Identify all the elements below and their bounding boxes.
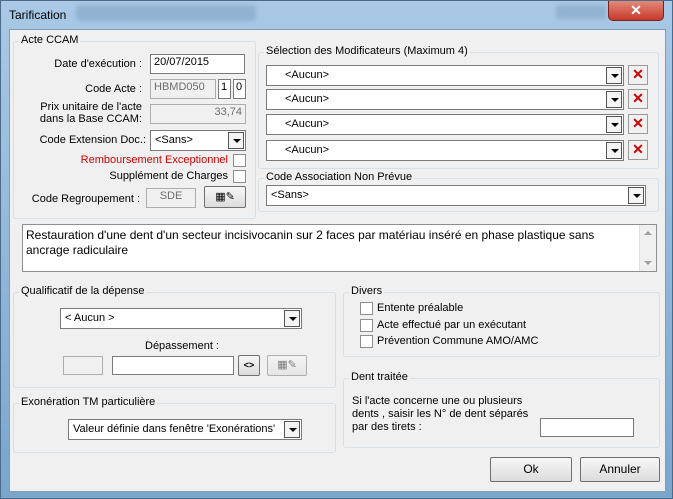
exoneration-select[interactable]: Valeur définie dans fenêtre 'Exonération… [68, 419, 302, 440]
close-icon: ✕ [632, 66, 644, 82]
entente-checkbox[interactable] [360, 302, 373, 315]
exoneration-value: Valeur définie dans fenêtre 'Exonération… [73, 423, 276, 435]
dent-input[interactable] [540, 418, 634, 437]
supplement-label: Supplément de Charges [109, 170, 228, 182]
chevron-down-icon [606, 67, 622, 84]
dent-instructions: Si l'acte concerne une ou plusieurs dent… [352, 395, 528, 434]
scroll-down-icon [644, 261, 652, 265]
clear-modificateur-3-button[interactable]: ✕ [628, 114, 648, 134]
blurred-title-info-2 [556, 5, 606, 19]
code-acte-input: HBMD050 [150, 79, 216, 99]
exoneration-label: Exonération TM particulière [19, 396, 158, 408]
prix-label-line1: Prix unitaire de l'acte [40, 101, 142, 113]
divers-label: Divers [349, 285, 385, 297]
modificateur-select-3[interactable]: <Aucun> [266, 114, 624, 135]
remboursement-checkbox[interactable] [233, 154, 246, 167]
scroll-up-icon [644, 231, 652, 235]
modificateur-3-value: <Aucun> [285, 118, 330, 130]
dialog-body: Acte CCAM Date d'exécution : 20/07/2015 … [9, 29, 666, 492]
modificateur-select-4[interactable]: <Aucun> [266, 140, 624, 161]
edit-icon: ▦✎ [277, 359, 297, 371]
regroupement-input: SDE [146, 188, 196, 208]
extension-label: Code Extension Doc.: [39, 134, 146, 146]
chevron-down-icon [284, 310, 300, 327]
dent-text-3: par des tirets : [352, 421, 422, 433]
dent-text-2: dents , saisir les N° de dent séparés [352, 408, 529, 420]
ok-label: Ok [523, 462, 539, 476]
close-button[interactable]: ✕ [608, 1, 664, 21]
clear-modificateur-1-button[interactable]: ✕ [628, 65, 648, 85]
acte-ccam-label: Acte CCAM [19, 34, 81, 46]
depassement-input[interactable] [112, 356, 234, 375]
depassement-code [63, 356, 103, 375]
cancel-label: Annuler [599, 462, 641, 476]
modificateur-select-2[interactable]: <Aucun> [266, 89, 624, 110]
executant-checkbox[interactable] [360, 319, 373, 332]
depassement-arrows-button[interactable]: <> [238, 355, 260, 376]
chevron-down-icon [606, 116, 622, 133]
chevron-down-icon [228, 132, 244, 149]
date-label: Date d'exécution : [54, 58, 142, 70]
edit-depassement-button: ▦✎ [267, 355, 307, 376]
extension-value: <Sans> [155, 134, 193, 146]
association-select[interactable]: <Sans> [266, 185, 646, 206]
chevron-down-icon [284, 421, 300, 438]
depassement-label: Dépassement : [145, 340, 219, 352]
clear-modificateur-4-button[interactable]: ✕ [628, 140, 648, 160]
regroupement-label: Code Regroupement : [31, 193, 140, 205]
arrows-icon: <> [243, 360, 255, 370]
close-icon: ✕ [630, 2, 642, 18]
association-value: <Sans> [271, 189, 309, 201]
prix-label: Prix unitaire de l'acte dans la Base CCA… [20, 101, 142, 125]
description-text: Restauration d'une dent d'un secteur inc… [26, 228, 595, 257]
date-input[interactable]: 20/07/2015 [150, 54, 245, 74]
modificateur-4-value: <Aucun> [285, 144, 330, 156]
code-acte-part2[interactable]: 1 [218, 79, 231, 99]
supplement-checkbox[interactable] [233, 170, 246, 183]
clear-modificateur-2-button[interactable]: ✕ [628, 89, 648, 109]
qualificatif-select[interactable]: < Aucun > [60, 308, 302, 329]
modificateur-1-value: <Aucun> [285, 69, 330, 81]
edit-icon: ▦✎ [215, 191, 235, 203]
modificateur-2-value: <Aucun> [285, 93, 330, 105]
qualificatif-value: < Aucun > [65, 312, 115, 324]
close-icon: ✕ [632, 141, 644, 157]
modificateurs-label: Sélection des Modificateurs (Maximum 4) [264, 45, 470, 57]
modificateur-select-1[interactable]: <Aucun> [266, 65, 624, 86]
executant-label: Acte effectué par un exécutant [377, 319, 527, 331]
description-scrollbar[interactable] [639, 225, 656, 271]
qualificatif-label: Qualificatif de la dépense [19, 285, 147, 297]
code-acte-part3[interactable]: 0 [233, 79, 246, 99]
extension-select[interactable]: <Sans> [150, 130, 246, 151]
dent-text-1: Si l'acte concerne une ou plusieurs [352, 395, 523, 407]
cancel-button[interactable]: Annuler [580, 457, 660, 482]
dent-label: Dent traitée [349, 371, 410, 383]
ok-button[interactable]: Ok [490, 457, 572, 482]
entente-label: Entente préalable [377, 302, 464, 314]
association-label: Code Association Non Prévue [264, 171, 415, 183]
title-bar[interactable]: Tarification ✕ [1, 1, 673, 29]
chevron-down-icon [628, 187, 644, 204]
prevention-checkbox[interactable] [360, 335, 373, 348]
prix-value: 33,74 [150, 104, 246, 124]
edit-regroupement-button[interactable]: ▦✎ [204, 186, 246, 208]
prix-label-line2: dans la Base CCAM: [39, 113, 142, 125]
window-title: Tarification [9, 8, 67, 22]
chevron-down-icon [606, 142, 622, 159]
chevron-down-icon [606, 91, 622, 108]
dialog-window: Tarification ✕ Acte CCAM Date d'exécutio… [0, 0, 673, 499]
close-icon: ✕ [632, 115, 644, 131]
blurred-title-info [76, 5, 256, 21]
description-textarea[interactable]: Restauration d'une dent d'un secteur inc… [22, 224, 657, 272]
prevention-label: Prévention Commune AMO/AMC [377, 335, 539, 347]
code-acte-label: Code Acte : [85, 83, 142, 95]
remboursement-label: Remboursement Exceptionnel [80, 154, 228, 166]
close-icon: ✕ [632, 90, 644, 106]
